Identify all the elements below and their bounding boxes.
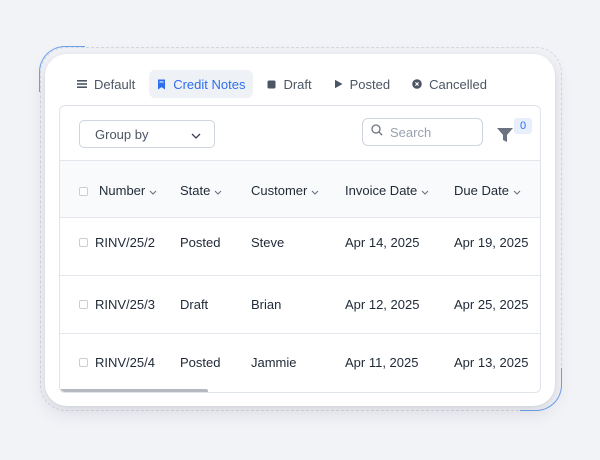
filter-icon[interactable] — [496, 126, 514, 144]
cell-due-date: Apr 13, 2025 — [454, 355, 529, 370]
table-panel: Group by 0 Number S — [59, 105, 541, 393]
horizontal-scrollbar[interactable] — [60, 389, 540, 392]
tab-label: Default — [94, 76, 136, 92]
cell-state: Posted — [180, 355, 221, 370]
view-tabs: Default Credit Notes Draft Posted Cancel… — [69, 70, 495, 98]
chevron-down-icon — [421, 183, 429, 198]
invoice-list-card: Default Credit Notes Draft Posted Cancel… — [45, 54, 555, 406]
group-by-dropdown[interactable]: Group by — [79, 120, 215, 148]
column-header-customer[interactable]: Customer — [251, 183, 319, 198]
column-header-number[interactable]: Number — [99, 183, 157, 198]
tab-draft[interactable]: Draft — [259, 70, 319, 98]
scrollbar-thumb[interactable] — [60, 389, 208, 392]
search-box[interactable] — [362, 118, 483, 146]
row-checkbox[interactable] — [79, 300, 88, 309]
table-row[interactable]: RINV/25/2 Posted Steve Apr 14, 2025 Apr … — [60, 218, 540, 276]
list-icon — [77, 79, 87, 89]
cell-invoice-date: Apr 11, 2025 — [345, 355, 419, 370]
group-by-label: Group by — [95, 126, 149, 142]
tab-credit-notes[interactable]: Credit Notes — [149, 70, 254, 98]
table-toolbar: Group by 0 — [60, 106, 540, 161]
cell-state: Posted — [180, 235, 221, 250]
tab-label: Posted — [349, 76, 391, 92]
cell-state: Draft — [180, 297, 209, 312]
cell-number: RINV/25/4 — [95, 355, 155, 370]
square-icon — [267, 80, 276, 89]
cell-number: RINV/25/3 — [95, 297, 155, 312]
table-header: Number State Customer Invoice Date Due D… — [60, 161, 540, 218]
tab-label: Cancelled — [429, 76, 487, 92]
chevron-down-icon — [214, 183, 222, 198]
cell-customer: Brian — [251, 297, 282, 312]
cell-customer: Jammie — [251, 355, 297, 370]
cell-due-date: Apr 25, 2025 — [454, 297, 529, 312]
cell-invoice-date: Apr 14, 2025 — [345, 235, 420, 250]
table-row[interactable]: RINV/25/3 Draft Brian Apr 12, 2025 Apr 2… — [60, 276, 540, 334]
chevron-down-icon — [191, 127, 201, 142]
tab-cancelled[interactable]: Cancelled — [404, 70, 495, 98]
tab-default[interactable]: Default — [69, 70, 143, 98]
x-circle-icon — [412, 79, 422, 89]
select-all-checkbox[interactable] — [79, 187, 88, 196]
row-checkbox[interactable] — [79, 238, 88, 247]
cell-number: RINV/25/2 — [95, 235, 155, 250]
table-row[interactable]: RINV/25/4 Posted Jammie Apr 11, 2025 Apr… — [60, 334, 540, 392]
row-checkbox[interactable] — [79, 358, 88, 367]
column-header-invoice-date[interactable]: Invoice Date — [345, 183, 429, 198]
column-header-state[interactable]: State — [180, 183, 222, 198]
play-icon — [334, 79, 343, 89]
chevron-down-icon — [149, 183, 157, 198]
bookmark-icon — [157, 79, 166, 90]
cell-customer: Steve — [251, 235, 285, 250]
tab-label: Credit Notes — [173, 76, 246, 92]
search-icon — [371, 123, 383, 141]
cell-invoice-date: Apr 12, 2025 — [345, 297, 420, 312]
chevron-down-icon — [513, 183, 521, 198]
column-header-due-date[interactable]: Due Date — [454, 183, 521, 198]
tab-label: Draft — [283, 76, 312, 92]
tab-posted[interactable]: Posted — [326, 70, 398, 98]
filter-count-badge: 0 — [514, 118, 532, 134]
cell-due-date: Apr 19, 2025 — [454, 235, 529, 250]
chevron-down-icon — [311, 183, 319, 198]
search-input[interactable] — [390, 124, 470, 140]
